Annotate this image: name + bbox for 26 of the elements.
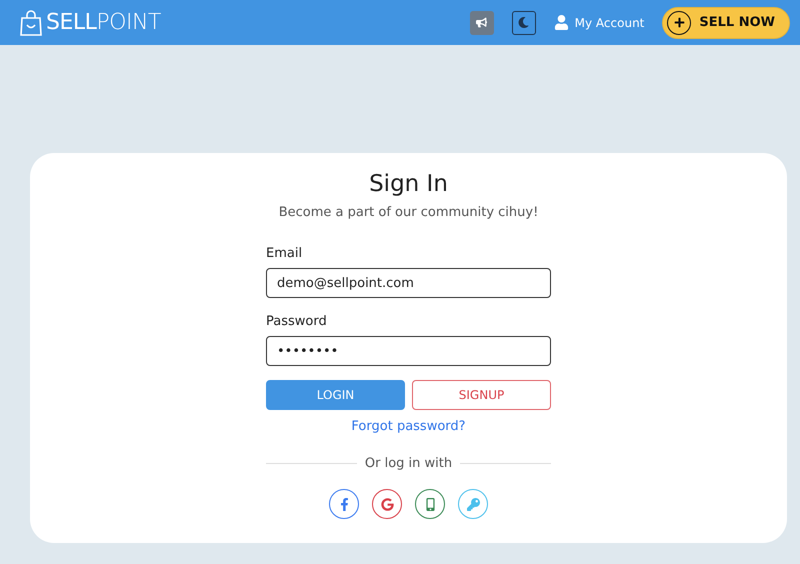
moon-icon — [518, 17, 530, 28]
social-login-button[interactable] — [415, 489, 445, 519]
page-title: Sign In — [369, 171, 448, 197]
key-icon — [466, 498, 480, 510]
login-button[interactable]: LOGIN — [266, 380, 405, 410]
signup-button[interactable]: SIGNUP — [412, 380, 551, 410]
input-field[interactable]: demo@sellpoint.com — [266, 268, 551, 298]
user-icon — [554, 15, 569, 30]
account-link[interactable]: My Account — [554, 15, 644, 30]
google-icon — [380, 498, 394, 510]
sell-now-button[interactable]: SELL NOW — [662, 6, 790, 38]
social-login-button[interactable] — [372, 489, 402, 519]
field-label: Email — [266, 246, 304, 261]
announcement-button[interactable] — [470, 10, 494, 34]
phone-icon — [424, 498, 436, 510]
plus-icon — [667, 10, 692, 34]
divider-text: Or log in with — [364, 456, 452, 471]
forgot-password-link[interactable]: Forgot password? — [351, 419, 466, 434]
social-login-button[interactable] — [329, 489, 359, 519]
shopping-bag-icon — [20, 10, 42, 36]
subtitle: Become a part of our community cihuy! — [278, 205, 538, 220]
megaphone-icon — [476, 17, 488, 28]
brand-logo[interactable]: SELLPOINT — [46, 10, 161, 35]
field-label: Password — [266, 314, 328, 329]
theme-toggle-button[interactable] — [512, 10, 536, 34]
input-field[interactable]: •••••••• — [266, 336, 551, 366]
